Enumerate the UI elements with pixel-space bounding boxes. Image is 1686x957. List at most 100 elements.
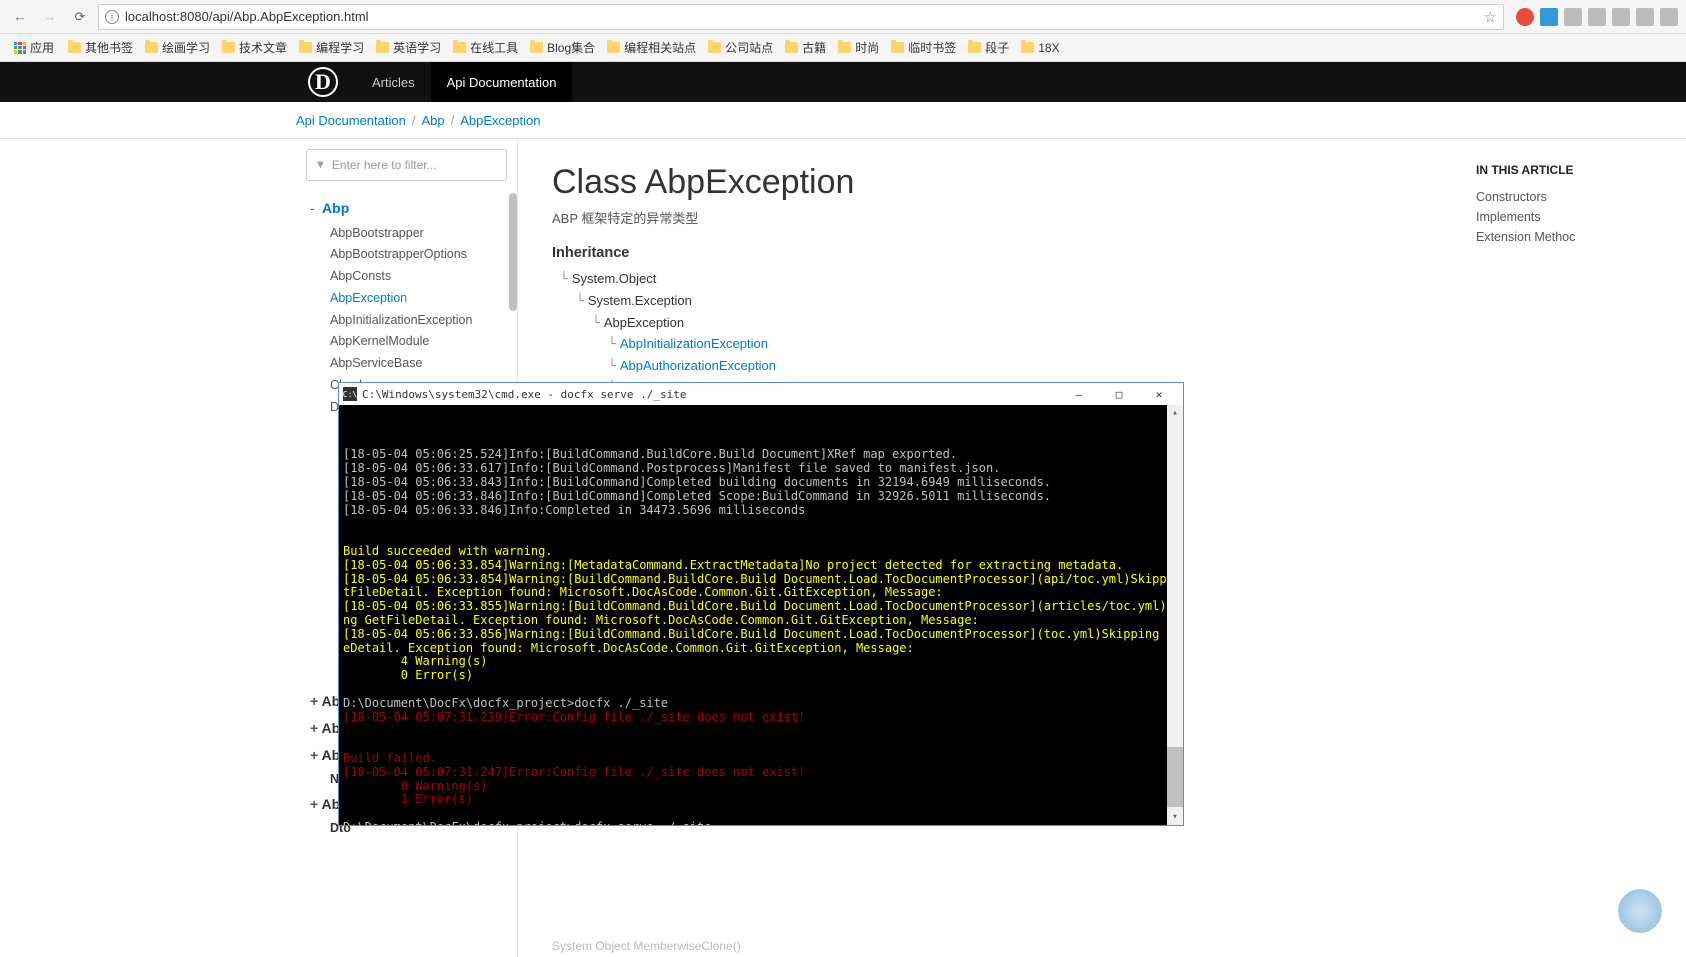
breadcrumb-link[interactable]: Api Documentation [296, 113, 406, 128]
opera-icon[interactable] [1516, 8, 1534, 26]
inheritance-node[interactable]: └AbpAuthorizationException [552, 356, 1456, 378]
bookmark-label: 编程相关站点 [624, 39, 696, 56]
bookmark-label: 其他书签 [85, 39, 133, 56]
scroll-down-icon[interactable]: ▾ [1167, 809, 1183, 825]
terminal-body[interactable]: ▴ ▾ [18-05-04 05:06:25.524]Info:[BuildCo… [339, 405, 1183, 825]
terminal-line: 1 Error(s) [343, 793, 1179, 807]
folder-icon [222, 42, 235, 53]
back-button[interactable]: ← [8, 5, 32, 29]
terminal-window[interactable]: C:\ C:\Windows\system32\cmd.exe - docfx … [338, 382, 1184, 826]
folder-icon [145, 42, 158, 53]
terminal-line: Build succeeded with warning. [343, 545, 1179, 559]
bookmark-folder[interactable]: 编程相关站点 [601, 36, 702, 59]
bookmark-folder[interactable]: 公司站点 [702, 36, 779, 59]
terminal-line: 4 Warning(s) [343, 655, 1179, 669]
terminal-line [343, 531, 1179, 545]
bookmark-label: 在线工具 [470, 39, 518, 56]
toc-item[interactable]: AbpException [310, 287, 517, 309]
bookmark-label: 临时书签 [908, 39, 956, 56]
address-bar[interactable]: i localhost:8080/api/Abp.AbpException.ht… [98, 4, 1504, 30]
breadcrumb-link[interactable]: Abp [421, 113, 444, 128]
folder-icon [68, 42, 81, 53]
maximize-button[interactable]: □ [1099, 384, 1139, 404]
toc-item[interactable]: AbpConsts [310, 266, 517, 288]
extension-icon[interactable] [1636, 8, 1654, 26]
terminal-line: 0 Error(s) [343, 669, 1179, 683]
rail-link[interactable]: Extension Methoc [1476, 227, 1686, 247]
scroll-up-icon[interactable]: ▴ [1167, 405, 1183, 421]
toc-group-abp[interactable]: - Abp [310, 195, 517, 222]
extension-icon[interactable] [1540, 8, 1558, 26]
terminal-line [343, 724, 1179, 738]
filter-icon: ▼ [315, 159, 326, 171]
extension-icon[interactable] [1564, 8, 1582, 26]
bookmark-folder[interactable]: 其他书签 [62, 36, 139, 59]
terminal-line: [18-05-04 05:06:33.846]Info:Completed in… [343, 504, 1179, 518]
folder-icon [968, 42, 981, 53]
bookmark-star-icon[interactable]: ☆ [1484, 8, 1497, 26]
extension-icon[interactable] [1612, 8, 1630, 26]
rail-link[interactable]: Implements [1476, 207, 1686, 227]
bookmark-label: 时尚 [855, 39, 879, 56]
bookmark-folder[interactable]: 在线工具 [447, 36, 524, 59]
floating-avatar[interactable] [1618, 889, 1662, 933]
bookmark-label: Blog集合 [547, 39, 595, 56]
forward-button[interactable]: → [38, 5, 62, 29]
apps-grid-icon [14, 42, 26, 54]
bookmark-folder[interactable]: Blog集合 [524, 36, 601, 59]
info-icon[interactable]: i [105, 10, 119, 24]
terminal-titlebar[interactable]: C:\ C:\Windows\system32\cmd.exe - docfx … [339, 383, 1183, 405]
page-subtitle: ABP 框架特定的异常类型 [552, 208, 1456, 227]
site-logo[interactable]: D [308, 67, 338, 97]
toc-item[interactable]: AbpBootstrapperOptions [310, 244, 517, 266]
toc-item[interactable]: AbpInitializationException [310, 309, 517, 331]
inheritance-tree: └System.Object└System.Exception└AbpExcep… [552, 269, 1456, 400]
bookmark-folder[interactable]: 绘画学习 [139, 36, 216, 59]
terminal-line: Build failed. [343, 752, 1179, 766]
extension-icon[interactable] [1660, 8, 1678, 26]
filter-box[interactable]: ▼ [306, 149, 507, 181]
bookmark-folder[interactable]: 编程学习 [293, 36, 370, 59]
nav-api-documentation[interactable]: Api Documentation [431, 62, 573, 102]
inheritance-node: └AbpException [552, 313, 1456, 335]
extension-icon[interactable] [1588, 8, 1606, 26]
terminal-line: [18-05-04 05:07:31.247]Error:Config file… [343, 766, 1179, 780]
terminal-line: [18-05-04 05:06:33.854]Warning:[BuildCom… [343, 573, 1179, 587]
bookmark-folder[interactable]: 时尚 [832, 36, 885, 59]
filter-input[interactable] [332, 158, 498, 172]
inheritance-label: Inheritance [552, 245, 1456, 261]
sidebar-scrollbar[interactable] [509, 193, 517, 311]
rail-link[interactable]: Constructors [1476, 187, 1686, 207]
url-text: localhost:8080/api/Abp.AbpException.html [125, 9, 1478, 24]
breadcrumb-link[interactable]: AbpException [460, 113, 540, 128]
bookmark-label: 技术文章 [239, 39, 287, 56]
bookmark-folder[interactable]: 段子 [962, 36, 1015, 59]
toc-item[interactable]: AbpBootstrapper [310, 222, 517, 244]
apps-label: 应用 [30, 39, 54, 56]
bookmark-label: 公司站点 [725, 39, 773, 56]
nav-articles[interactable]: Articles [356, 62, 431, 102]
minimize-button[interactable]: — [1059, 384, 1099, 404]
close-button[interactable]: ✕ [1139, 384, 1179, 404]
breadcrumb: Api Documentation/Abp/AbpException [0, 102, 1686, 139]
cut-off-text: System Object MemberwiseClone() [552, 939, 741, 953]
terminal-scrollbar[interactable]: ▴ ▾ [1167, 405, 1183, 825]
bookmark-folder[interactable]: 古籍 [779, 36, 832, 59]
toc-item[interactable]: AbpKernelModule [310, 331, 517, 353]
terminal-line: ng GetFileDetail. Exception found: Micro… [343, 614, 1179, 628]
folder-icon [607, 42, 620, 53]
terminal-line: 0 Warning(s) [343, 780, 1179, 794]
reload-button[interactable]: ⟳ [68, 5, 92, 29]
bookmark-folder[interactable]: 英语学习 [370, 36, 447, 59]
terminal-title: C:\Windows\system32\cmd.exe - docfx serv… [362, 388, 1059, 401]
bookmark-folder[interactable]: 临时书签 [885, 36, 962, 59]
terminal-line: [18-05-04 05:06:33.843]Info:[BuildComman… [343, 476, 1179, 490]
folder-icon [453, 42, 466, 53]
apps-button[interactable]: 应用 [8, 36, 60, 59]
bookmark-folder[interactable]: 18X [1015, 36, 1065, 59]
scroll-thumb[interactable] [1167, 747, 1183, 807]
inheritance-node[interactable]: └AbpInitializationException [552, 334, 1456, 356]
bookmark-folder[interactable]: 技术文章 [216, 36, 293, 59]
toc-item[interactable]: AbpServiceBase [310, 353, 517, 375]
folder-icon [376, 42, 389, 53]
